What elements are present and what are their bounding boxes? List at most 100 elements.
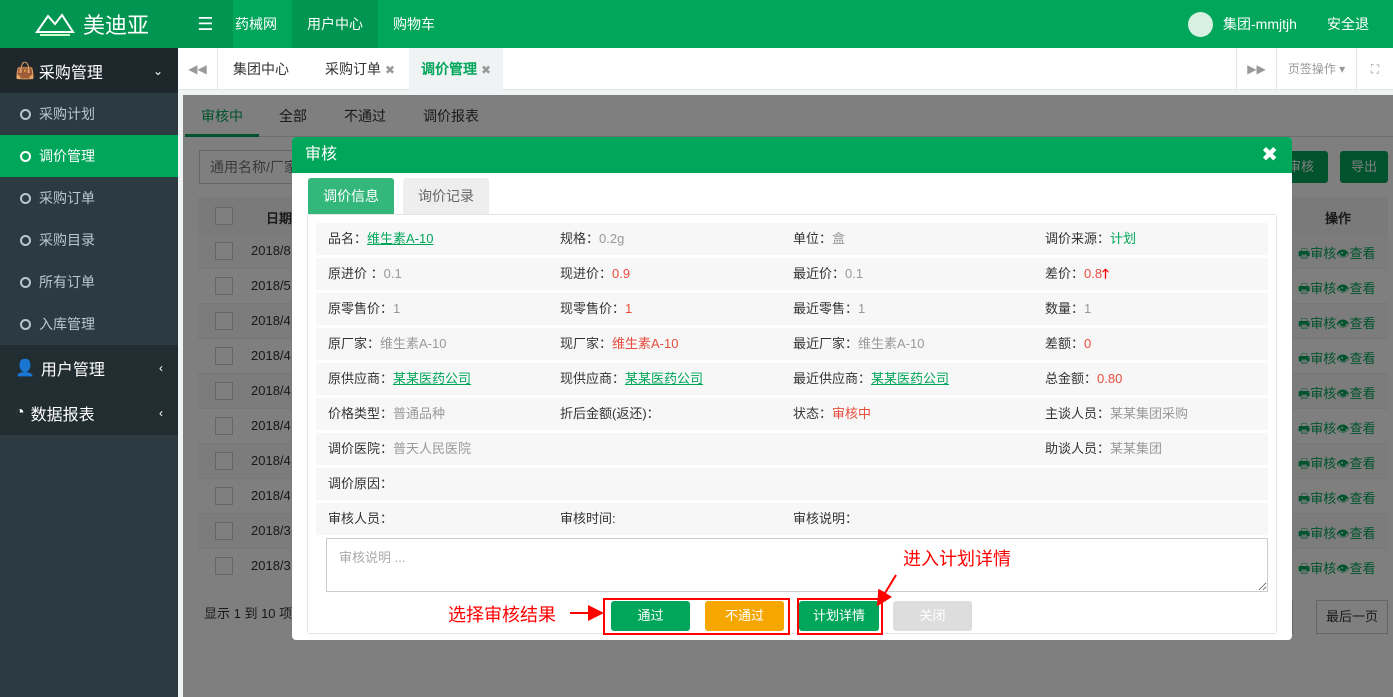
user-name[interactable]: 集团-mmjtjh <box>1208 0 1312 48</box>
field-value: 维生素A-10 <box>380 336 447 351</box>
info-field: 差额：0 <box>1045 328 1091 360</box>
field-value: 某某集团 <box>1110 441 1163 456</box>
page-tabs-bar: ◀◀ 集团中心 采购订单 ✖ 调价管理 ✖ ▶▶ 页签操作 ▾ ⛶ <box>178 48 1393 90</box>
annotation-select-result: 选择审核结果 <box>448 605 556 625</box>
info-field: 原零售价：1 <box>328 293 400 325</box>
tab-ops-dropdown[interactable]: 页签操作 ▾ <box>1276 48 1356 90</box>
sidebar-item-price-adjust[interactable]: 调价管理 <box>0 135 178 177</box>
sidebar-group-users[interactable]: 👤 用户管理 ‹ <box>0 345 178 390</box>
info-row: 调价医院：普天人民医院 助谈人员：某某集团 <box>316 433 1268 465</box>
annotation-enter-detail: 进入计划详情 <box>903 549 1011 569</box>
nav-cart[interactable]: 购物车 <box>378 0 450 48</box>
field-value[interactable]: 某某医药公司 <box>625 371 703 386</box>
info-field: 现厂家：维生素A-10 <box>560 328 678 360</box>
sidebar-item-all-orders[interactable]: 所有订单 <box>0 261 178 303</box>
circle-icon <box>20 108 31 120</box>
reject-button[interactable]: 不通过 <box>705 601 784 631</box>
tab-purchase-orders[interactable]: 采购订单 ✖ <box>313 48 407 90</box>
field-label: 现厂家： <box>560 336 613 351</box>
info-field: 价格类型：普通品种 <box>328 398 445 430</box>
info-field: 总金额：0.80 <box>1045 363 1122 395</box>
fullscreen-icon[interactable]: ⛶ <box>1356 48 1393 90</box>
sidebar: 👜 采购管理 ⌄ 采购计划 调价管理 采购订单 采购目录 所有订单 入库管理 👤 用户… <box>0 48 178 697</box>
review-note-textarea[interactable] <box>326 538 1268 592</box>
field-label: 差额： <box>1045 336 1085 351</box>
field-label: 原零售价： <box>328 301 394 316</box>
tab-inquiry-record[interactable]: 询价记录 <box>403 178 489 214</box>
field-value: 维生素A-10 <box>858 336 925 351</box>
item-label: 入库管理 <box>39 316 95 332</box>
info-field: 最近供应商：某某医药公司 <box>793 363 949 395</box>
group-label: 采购管理 <box>38 64 103 82</box>
field-value[interactable]: 某某医药公司 <box>871 371 949 386</box>
info-row: 价格类型：普通品种 折后金额(返还)： 状态：审核中 主谈人员：某某集团采购 <box>316 398 1268 430</box>
info-field: 原供应商：某某医药公司 <box>328 363 471 395</box>
group-label: 数据报表 <box>30 406 95 424</box>
field-label: 最近厂家： <box>793 336 859 351</box>
info-row: 品名：维生素A-10 规格：0.2g 单位：盒 调价来源：计划 <box>316 223 1268 255</box>
close-icon[interactable]: ✖ <box>385 63 395 77</box>
modal-title: 审核 <box>305 146 338 163</box>
info-field: 折后金额(返还)： <box>560 398 660 430</box>
modal-header: 审核 <box>292 137 1292 173</box>
nav-yaoxie[interactable]: 药械网 <box>220 0 292 48</box>
tab-price-adjust[interactable]: 调价管理 ✖ <box>409 48 504 90</box>
tab-price-info[interactable]: 调价信息 <box>308 178 394 214</box>
forward-icon[interactable]: ▶▶ <box>1236 48 1276 90</box>
info-field: 调价原因： <box>328 468 393 500</box>
field-label: 现供应商： <box>560 371 626 386</box>
plan-detail-button[interactable]: 计划详情 <box>799 601 879 631</box>
backward-icon[interactable]: ◀◀ <box>178 48 218 90</box>
close-icon[interactable]: ✖ <box>1261 137 1278 173</box>
sidebar-item-plan[interactable]: 采购计划 <box>0 93 178 135</box>
circle-icon <box>20 150 31 162</box>
field-label: 品名： <box>328 231 368 246</box>
sidebar-item-catalog[interactable]: 采购目录 <box>0 219 178 261</box>
logout-link[interactable]: 安全退出 <box>1312 0 1393 80</box>
item-label: 采购目录 <box>39 232 95 248</box>
nav-user-center[interactable]: 用户中心 <box>292 0 378 48</box>
field-value[interactable]: 维生素A-10 <box>367 231 433 246</box>
field-value: 审核中 <box>832 406 872 421</box>
field-label: 助谈人员： <box>1045 441 1111 456</box>
info-field: 数量：1 <box>1045 293 1091 325</box>
user-icon: 👤 <box>15 359 35 377</box>
field-value: 0.1 <box>845 266 864 281</box>
field-value: 维生素A-10 <box>612 336 679 351</box>
info-field: 调价来源：计划 <box>1045 223 1136 255</box>
logo[interactable]: 美迪亚 <box>0 0 178 48</box>
info-field: 现零售价：1 <box>560 293 632 325</box>
field-label: 审核人员： <box>328 511 394 526</box>
review-modal: 审核 ✖ 调价信息 询价记录 品名：维生素A-10 规格：0.2g 单位：盒 调价来源… <box>292 137 1292 640</box>
info-field: 规格：0.2g <box>560 223 624 255</box>
sidebar-item-orders[interactable]: 采购订单 <box>0 177 178 219</box>
field-label: 调价医院： <box>328 441 394 456</box>
tab-group-center[interactable]: 集团中心 <box>221 48 301 90</box>
info-row: 审核人员： 审核时间: 审核说明： <box>316 503 1268 535</box>
field-label: 调价原因： <box>328 476 394 491</box>
field-value: 某某集团采购 <box>1110 406 1189 421</box>
circle-icon <box>20 318 31 330</box>
close-button[interactable]: 关闭 <box>893 601 972 631</box>
sidebar-item-warehouse[interactable]: 入库管理 <box>0 303 178 345</box>
info-field: 品名：维生素A-10 <box>328 223 433 255</box>
field-value: 0 <box>1084 336 1092 351</box>
shopping-bag-icon: 👜 <box>15 62 35 80</box>
field-value[interactable]: 某某医药公司 <box>393 371 471 386</box>
pass-button[interactable]: 通过 <box>611 601 690 631</box>
info-row: 调价原因： <box>316 468 1268 500</box>
info-field: 审核人员： <box>328 503 393 535</box>
field-value: 0.9 <box>612 266 631 281</box>
close-icon[interactable]: ✖ <box>481 63 491 77</box>
field-label: 状态： <box>793 406 833 421</box>
field-label: 调价来源： <box>1045 231 1111 246</box>
tab-label: 调价管理 <box>421 61 477 77</box>
info-field: 审核时间: <box>560 503 616 535</box>
item-label: 所有订单 <box>39 274 95 290</box>
sidebar-group-reports[interactable]: ◔ 数据报表 ‹ <box>0 390 178 435</box>
info-field: 现供应商：某某医药公司 <box>560 363 703 395</box>
info-row: 原厂家：维生素A-10 现厂家：维生素A-10 最近厂家：维生素A-10 差额：0 <box>316 328 1268 360</box>
chevron-left-icon: ‹ <box>159 360 163 375</box>
field-label: 现零售价： <box>560 301 626 316</box>
sidebar-group-purchase[interactable]: 👜 采购管理 ⌄ <box>0 48 178 93</box>
